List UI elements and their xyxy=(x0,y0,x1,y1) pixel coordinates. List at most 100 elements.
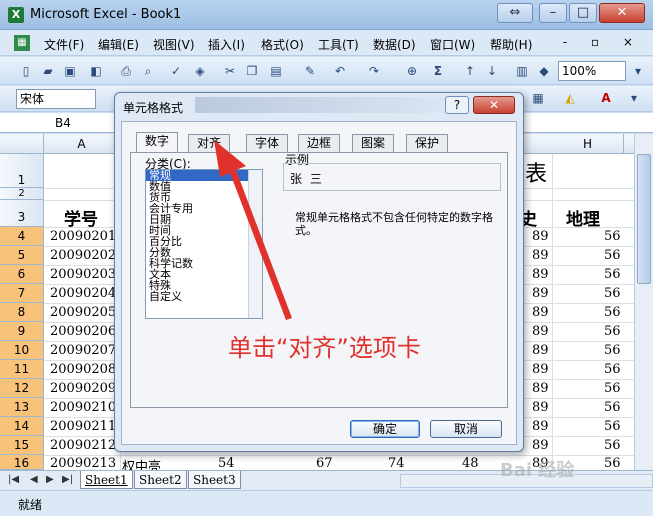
ok-button[interactable]: 确定 xyxy=(350,420,420,438)
row-header[interactable]: 7 xyxy=(0,284,44,303)
category-list[interactable]: 常规 数值 货币 会计专用 日期 时间 百分比 分数 科学记数 文本 特殊 自定… xyxy=(145,169,263,319)
row-header[interactable]: 12 xyxy=(0,379,44,398)
sheet-title-fragment[interactable]: 表 xyxy=(525,156,547,188)
history-score-cell[interactable]: 89 xyxy=(532,286,549,301)
row-header[interactable]: 9 xyxy=(0,322,44,341)
dialog-help-button[interactable]: ? xyxy=(445,96,469,114)
score-cell[interactable]: 67 xyxy=(316,456,333,471)
student-id-cell[interactable]: 20090209 xyxy=(50,381,116,396)
redo-icon[interactable]: ↷ xyxy=(366,63,382,79)
close-button[interactable]: ✕ xyxy=(599,3,645,23)
geography-score-cell[interactable]: 56 xyxy=(604,248,621,263)
geography-score-cell[interactable]: 56 xyxy=(604,286,621,301)
student-id-cell[interactable]: 20090204 xyxy=(50,286,116,301)
history-score-cell[interactable]: 89 xyxy=(532,438,549,453)
vertical-scroll-thumb[interactable] xyxy=(637,154,651,284)
font-color-icon[interactable]: A xyxy=(598,90,614,106)
column-header-h[interactable]: H xyxy=(552,134,624,154)
row-header[interactable]: 1 xyxy=(0,154,44,188)
student-id-cell[interactable]: 20090213 xyxy=(50,456,116,471)
history-score-cell[interactable]: 89 xyxy=(532,267,549,282)
cancel-button[interactable]: 取消 xyxy=(430,420,502,438)
toolbar-options-icon[interactable]: ▾ xyxy=(630,63,646,79)
row-header[interactable]: 13 xyxy=(0,398,44,417)
geography-score-cell[interactable]: 56 xyxy=(604,419,621,434)
geography-score-cell[interactable]: 56 xyxy=(604,400,621,415)
category-item[interactable]: 自定义 xyxy=(146,291,262,302)
geography-score-cell[interactable]: 56 xyxy=(604,267,621,282)
row-header[interactable]: 8 xyxy=(0,303,44,322)
student-id-cell[interactable]: 20090212 xyxy=(50,438,116,453)
borders-icon[interactable]: ▦ xyxy=(530,90,546,106)
sheet-tab-sheet3[interactable]: Sheet3 xyxy=(188,471,241,489)
row-header[interactable]: 2 xyxy=(0,188,44,200)
history-score-cell[interactable]: 89 xyxy=(532,305,549,320)
geography-score-cell[interactable]: 56 xyxy=(604,305,621,320)
workbook-icon[interactable]: ▦ xyxy=(14,35,30,51)
menu-insert[interactable]: 插入(I) xyxy=(208,36,245,53)
student-id-cell[interactable]: 20090208 xyxy=(50,362,116,377)
menu-window[interactable]: 窗口(W) xyxy=(430,36,475,53)
document-window-controls[interactable]: - ▫ × xyxy=(563,35,643,49)
copy-icon[interactable]: ❐ xyxy=(244,63,260,79)
tab-alignment[interactable]: 对齐 xyxy=(188,134,231,152)
geography-score-cell[interactable]: 56 xyxy=(604,343,621,358)
row-header[interactable]: 6 xyxy=(0,265,44,284)
tab-protection[interactable]: 保护 xyxy=(406,134,449,152)
menu-help[interactable]: 帮助(H) xyxy=(490,36,532,53)
name-box[interactable]: B4 xyxy=(0,113,120,133)
sheet-tab-sheet2[interactable]: Sheet2 xyxy=(134,471,187,489)
open-icon[interactable]: ▰ xyxy=(40,63,56,79)
menu-tools[interactable]: 工具(T) xyxy=(318,36,359,53)
last-sheet-icon[interactable]: ▶| xyxy=(62,474,73,485)
next-sheet-icon[interactable]: ▶ xyxy=(46,474,54,485)
student-id-cell[interactable]: 20090210 xyxy=(50,400,116,415)
spelling-icon[interactable]: ✓ xyxy=(168,63,184,79)
zoom-select[interactable]: 100% xyxy=(558,61,626,81)
undo-icon[interactable]: ↶ xyxy=(332,63,348,79)
row-header[interactable]: 15 xyxy=(0,436,44,455)
student-id-cell[interactable]: 20090201 xyxy=(50,229,116,244)
maximize-button[interactable]: □ xyxy=(569,3,597,23)
geography-score-cell[interactable]: 56 xyxy=(604,438,621,453)
save-icon[interactable]: ▣ xyxy=(62,63,78,79)
print-icon[interactable]: ⎙ xyxy=(118,63,134,79)
geography-score-cell[interactable]: 56 xyxy=(604,229,621,244)
permission-icon[interactable]: ◧ xyxy=(88,63,104,79)
history-score-cell[interactable]: 89 xyxy=(532,419,549,434)
font-name-select[interactable]: 宋体 xyxy=(16,89,96,109)
dialog-close-button[interactable]: ✕ xyxy=(473,96,515,114)
prev-sheet-icon[interactable]: ◀ xyxy=(30,474,38,485)
row-header[interactable]: 5 xyxy=(0,246,44,265)
geography-score-cell[interactable]: 56 xyxy=(604,324,621,339)
history-score-cell[interactable]: 89 xyxy=(532,248,549,263)
select-all-corner[interactable] xyxy=(0,134,44,154)
drawing-icon[interactable]: ◆ xyxy=(536,63,552,79)
header-student-id[interactable]: 学号 xyxy=(64,205,98,230)
row-header[interactable]: 14 xyxy=(0,417,44,436)
row-header[interactable]: 16 xyxy=(0,455,44,470)
score-cell[interactable]: 48 xyxy=(462,456,479,471)
student-id-cell[interactable]: 20090205 xyxy=(50,305,116,320)
menu-format[interactable]: 格式(O) xyxy=(261,36,304,53)
history-score-cell[interactable]: 89 xyxy=(532,381,549,396)
history-score-cell[interactable]: 89 xyxy=(532,229,549,244)
student-id-cell[interactable]: 20090202 xyxy=(50,248,116,263)
geography-score-cell[interactable]: 56 xyxy=(604,456,621,471)
minimize-button[interactable]: – xyxy=(539,3,567,23)
history-score-cell[interactable]: 89 xyxy=(532,324,549,339)
history-score-cell[interactable]: 89 xyxy=(532,400,549,415)
student-id-cell[interactable]: 20090211 xyxy=(50,419,116,434)
row-header[interactable]: 3 xyxy=(0,200,44,227)
score-cell[interactable]: 54 xyxy=(218,456,235,471)
sort-descending-icon[interactable]: ↓ xyxy=(484,63,500,79)
cut-icon[interactable]: ✂ xyxy=(222,63,238,79)
row-header[interactable]: 11 xyxy=(0,360,44,379)
hyperlink-icon[interactable]: ⊕ xyxy=(404,63,420,79)
geography-score-cell[interactable]: 56 xyxy=(604,381,621,396)
format-painter-icon[interactable]: ✎ xyxy=(302,63,318,79)
column-header-a[interactable]: A xyxy=(44,134,120,154)
menu-view[interactable]: 视图(V) xyxy=(153,36,195,53)
paste-icon[interactable]: ▤ xyxy=(268,63,284,79)
header-geography[interactable]: 地理 xyxy=(566,205,600,230)
